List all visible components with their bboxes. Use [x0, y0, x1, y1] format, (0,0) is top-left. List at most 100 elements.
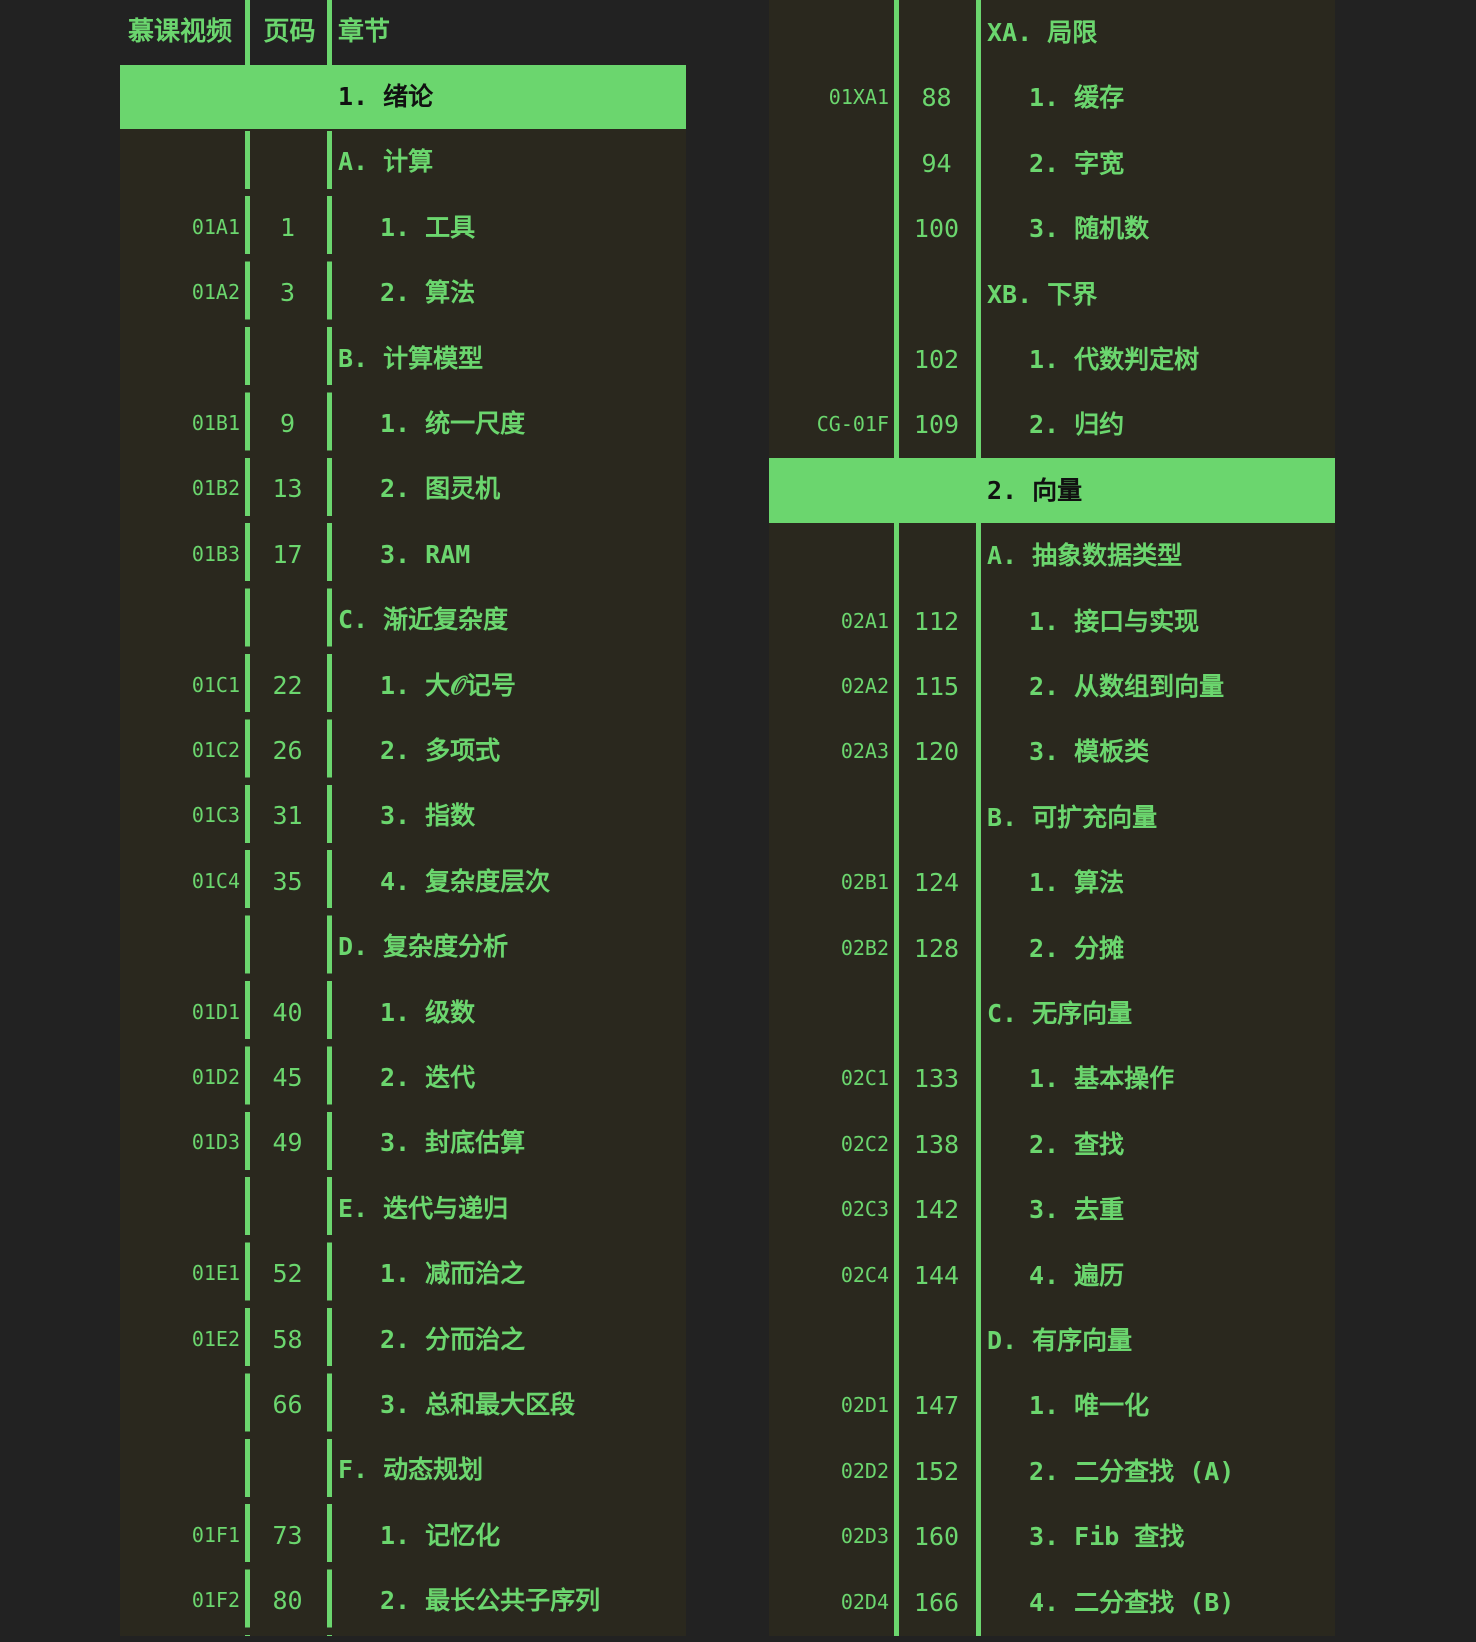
- video-code: 01B2: [191, 476, 240, 501]
- section-title: 2. 图灵机: [380, 474, 501, 504]
- video-code: 02D4: [840, 1589, 889, 1614]
- toc-row[interactable]: 102 1. 代数判定树: [769, 327, 1335, 392]
- toc-row[interactable]: 94 2. 字宽: [769, 131, 1335, 196]
- section-title: 1. 统一尺度: [380, 409, 526, 438]
- section-row[interactable]: XB. 下界: [769, 262, 1335, 327]
- toc-row[interactable]: 02A1 112 1. 接口与实现: [769, 589, 1335, 654]
- video-code: 01A2: [191, 280, 240, 305]
- toc-row[interactable]: 01D1 40 1. 级数: [120, 980, 686, 1045]
- toc-row[interactable]: 01F2 80 2. 最长公共子序列: [120, 1568, 686, 1633]
- toc-row[interactable]: 02B1 124 1. 算法: [769, 850, 1335, 915]
- chapter-title: 2. 向量: [987, 475, 1083, 505]
- section-title: 2. 分而治之: [380, 1324, 526, 1354]
- toc-row[interactable]: 01C4 35 4. 复杂度层次: [120, 849, 686, 914]
- video-code: 02A3: [840, 739, 889, 764]
- video-code: 02D3: [840, 1524, 889, 1549]
- toc-row[interactable]: 01B1 9 1. 统一尺度: [120, 391, 686, 456]
- video-code: 02B1: [840, 870, 889, 895]
- page-number: 147: [913, 1391, 960, 1421]
- video-code: 01F1: [191, 1522, 240, 1547]
- section-title: 1. 缓存: [1029, 83, 1125, 113]
- video-code: 02C2: [840, 1131, 889, 1156]
- toc-row[interactable]: 01C1 22 1. 大𝒪记号: [120, 653, 686, 718]
- toc-row[interactable]: 02D3 160 3. Fib 查找: [769, 1504, 1335, 1569]
- toc-row[interactable]: 01A2 3 2. 算法: [120, 260, 686, 325]
- toc-row[interactable]: 01B2 13 2. 图灵机: [120, 456, 686, 521]
- toc-row[interactable]: 66 3. 总和最大区段: [120, 1372, 686, 1437]
- page-number: 112: [913, 606, 960, 636]
- section-title: 2. 从数组到向量: [1029, 672, 1225, 701]
- section-title: 4. 二分查找 (B): [1029, 1587, 1235, 1617]
- toc-row[interactable]: 02D2 152 2. 二分查找 (A): [769, 1439, 1335, 1504]
- toc-row[interactable]: 100 3. 随机数: [769, 196, 1335, 261]
- toc-row[interactable]: 02C3 142 3. 去重: [769, 1177, 1335, 1242]
- page-number: 152: [913, 1456, 960, 1486]
- toc-row[interactable]: CG-01F 109 2. 归约: [769, 392, 1335, 457]
- toc-left-panel: 1. 绪论 A. 计算 01A1 1 1. 工具 01A2 3 2. 算法 B. 计算模型 01B…: [120, 0, 686, 1636]
- section-title: XB. 下界: [987, 279, 1098, 309]
- section-row[interactable]: F. 动态规划: [120, 1437, 686, 1502]
- toc-row[interactable]: 02A3 120 3. 模板类: [769, 719, 1335, 784]
- chapter-title: 1. 绪论: [338, 82, 434, 111]
- toc-row[interactable]: 02C2 138 2. 查找: [769, 1112, 1335, 1177]
- toc-row[interactable]: 02C1 133 1. 基本操作: [769, 1046, 1335, 1111]
- page-number: 22: [272, 670, 303, 700]
- section-row[interactable]: C. 渐近复杂度: [120, 587, 686, 652]
- video-code: 01A1: [191, 214, 240, 239]
- toc-row[interactable]: 01F1 73 1. 记忆化: [120, 1503, 686, 1568]
- section-title: 2. 多项式: [380, 736, 501, 765]
- toc-row[interactable]: 02A2 115 2. 从数组到向量: [769, 654, 1335, 719]
- video-code: 02C1: [840, 1066, 889, 1091]
- toc-row[interactable]: 02D1 147 1. 唯一化: [769, 1373, 1335, 1438]
- toc-row[interactable]: 01C3 31 3. 指数: [120, 783, 686, 848]
- section-row[interactable]: XA. 局限: [769, 0, 1335, 65]
- toc-row[interactable]: 01D3 49 3. 封底估算: [120, 1110, 686, 1175]
- video-code: 02B2: [840, 935, 889, 960]
- page-number: 133: [913, 1064, 960, 1094]
- toc-row[interactable]: 01A1 1 1. 工具: [120, 195, 686, 260]
- page-number: 109: [913, 410, 960, 440]
- section-title: 2. 最长公共子序列: [380, 1586, 601, 1616]
- section-title: 2. 分摊: [1029, 933, 1125, 963]
- page-number: 40: [272, 997, 303, 1027]
- section-row[interactable]: B. 计算模型: [120, 326, 686, 391]
- toc-row[interactable]: 01C2 26 2. 多项式: [120, 718, 686, 783]
- section-row[interactable]: E. 迭代与递归: [120, 1176, 686, 1241]
- video-code: 02D1: [840, 1393, 889, 1418]
- toc-row[interactable]: 01E2 58 2. 分而治之: [120, 1307, 686, 1372]
- video-code: 01C4: [191, 868, 240, 893]
- section-title: E. 迭代与递归: [338, 1193, 509, 1223]
- section-row[interactable]: D. 有序向量: [769, 1308, 1335, 1373]
- toc-row[interactable]: 02C4 144 4. 遍历: [769, 1243, 1335, 1308]
- section-title: 2. 算法: [380, 278, 476, 308]
- page-number: 31: [272, 801, 303, 831]
- chapter-row[interactable]: 1. 绪论: [120, 64, 686, 130]
- toc-row[interactable]: 02B2 128 2. 分摊: [769, 916, 1335, 981]
- page-number: 9: [279, 409, 296, 438]
- video-code: 02D2: [840, 1458, 889, 1483]
- toc-row[interactable]: 02D4 166 4. 二分查找 (B): [769, 1570, 1335, 1635]
- toc-row[interactable]: 01XA1 88 1. 缓存: [769, 65, 1335, 130]
- section-row[interactable]: A. 计算: [120, 129, 686, 194]
- page-number: 102: [913, 345, 960, 374]
- chapter-row[interactable]: 2. 向量: [769, 457, 1335, 524]
- page-number: 80: [272, 1586, 303, 1616]
- video-code: 02C4: [840, 1262, 889, 1287]
- page-number: 49: [272, 1128, 303, 1158]
- section-row[interactable]: A. 抽象数据类型: [769, 523, 1335, 588]
- page-number: 45: [272, 1063, 303, 1092]
- toc-row[interactable]: 01B3 17 3. RAM: [120, 522, 686, 587]
- toc-row[interactable]: 01E1 52 1. 减而治之: [120, 1241, 686, 1306]
- section-row[interactable]: C. 无序向量: [769, 981, 1335, 1046]
- section-title: A. 计算: [338, 147, 434, 177]
- video-code: 01C2: [191, 738, 240, 762]
- page-number: 160: [913, 1522, 960, 1552]
- toc-row[interactable]: 01D2 45 2. 迭代: [120, 1045, 686, 1110]
- section-row[interactable]: B. 可扩充向量: [769, 785, 1335, 850]
- section-title: D. 复杂度分析: [338, 932, 509, 962]
- page-number: 142: [913, 1195, 960, 1225]
- section-title: 1. 接口与实现: [1029, 606, 1200, 636]
- section-title: 2. 字宽: [1029, 148, 1125, 178]
- video-code: CG-01F: [816, 412, 889, 437]
- section-row[interactable]: D. 复杂度分析: [120, 914, 686, 979]
